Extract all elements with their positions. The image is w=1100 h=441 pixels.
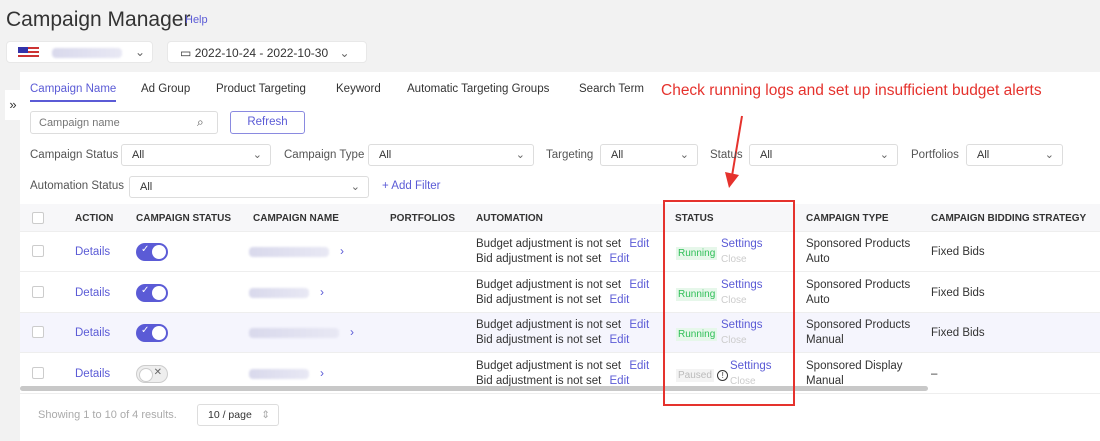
campaign-status-toggle[interactable]: ✓ [136, 243, 168, 261]
chevron-down-icon: ⌄ [515, 149, 525, 161]
chevron-right-icon[interactable]: › [320, 366, 324, 380]
column-header-portfolios[interactable]: PORTFOLIOS [390, 213, 455, 224]
campaign-type-label: Campaign Type [284, 149, 365, 161]
chevron-down-icon: ⌄ [879, 149, 889, 161]
campaign-name-search-input[interactable] [30, 111, 218, 134]
automation-status-select[interactable]: All ⌄ [129, 176, 369, 198]
tab-product-targeting[interactable]: Product Targeting [216, 83, 306, 95]
date-range-value: 2022-10-24 - 2022-10-30 [194, 46, 329, 60]
tab-campaign-name[interactable]: Campaign Name [30, 83, 117, 102]
automation-cell: Budget adjustment is not set Edit Bid adj… [476, 238, 650, 265]
campaign-type-cell: Sponsored Products Manual [806, 319, 911, 346]
check-icon: ✓ [141, 325, 150, 336]
chevron-down-icon: ⌄ [135, 45, 146, 59]
row-checkbox[interactable] [32, 366, 44, 379]
campaign-type-cell: Sponsored Products Auto [806, 238, 911, 265]
campaign-name-blurred[interactable] [249, 328, 339, 338]
refresh-button[interactable]: Refresh [230, 111, 305, 134]
targeting-label: Targeting [546, 149, 594, 161]
column-header-campaign-status[interactable]: CAMPAIGN STATUS [136, 213, 231, 224]
chevron-down-icon: ⌄ [339, 46, 350, 60]
x-icon: ✕ [153, 366, 162, 378]
date-range-picker[interactable]: ▭ 2022-10-24 - 2022-10-30 ⌄ [167, 41, 367, 63]
portfolios-select[interactable]: All ⌄ [966, 144, 1063, 166]
chevron-down-icon: ⌄ [252, 149, 262, 161]
search-icon: ⌕ [197, 115, 204, 129]
targeting-select[interactable]: All ⌄ [600, 144, 698, 166]
chevron-down-icon: ⌄ [1044, 149, 1054, 161]
campaign-status-label: Campaign Status [30, 149, 119, 161]
tab-ad-group[interactable]: Ad Group [141, 83, 190, 95]
column-header-action: ACTION [75, 213, 114, 224]
annotation-highlight-box [663, 200, 795, 406]
status-select[interactable]: All ⌄ [749, 144, 898, 166]
bidding-strategy-cell: – [931, 367, 938, 380]
campaign-name-blurred[interactable] [249, 247, 329, 257]
campaign-status-toggle[interactable]: ✓ [136, 283, 168, 302]
column-header-automation[interactable]: AUTOMATION [476, 213, 543, 224]
automation-cell: Budget adjustment is not set Edit Bid adj… [476, 278, 650, 306]
status-label: Status [710, 149, 743, 161]
row-checkbox[interactable] [32, 245, 44, 257]
details-link[interactable]: Details [75, 367, 110, 382]
marketplace-select[interactable]: ⌄ [6, 41, 153, 63]
automation-cell: Budget adjustment is not set Edit Bid adj… [476, 359, 650, 387]
results-summary: Showing 1 to 10 of 4 results. [38, 409, 177, 421]
select-all-checkbox[interactable] [32, 212, 44, 224]
page-title: Campaign Manager [6, 8, 191, 31]
help-link[interactable]: Help [185, 14, 208, 26]
portfolios-label: Portfolios [911, 149, 959, 161]
edit-bid-link[interactable]: Edit [610, 334, 630, 346]
page-size-select[interactable]: 10 / page ⇕ [197, 404, 279, 426]
automation-status-label: Automation Status [30, 180, 124, 192]
campaign-name-blurred[interactable] [249, 287, 309, 298]
campaign-status-toggle[interactable]: ✓ [136, 324, 168, 342]
campaign-name-blurred[interactable] [249, 368, 309, 379]
row-checkbox[interactable] [32, 285, 44, 298]
us-flag-icon [18, 47, 39, 59]
check-icon: ✓ [141, 244, 150, 255]
bidding-strategy-cell: Fixed Bids [931, 327, 985, 339]
tab-search-term[interactable]: Search Term [579, 83, 644, 95]
campaign-type-cell: Sponsored Display Manual [806, 359, 903, 387]
column-header-campaign-name[interactable]: CAMPAIGN NAME [253, 213, 339, 224]
automation-cell: Budget adjustment is not set Edit Bid adj… [476, 319, 650, 346]
column-header-campaign-type[interactable]: CAMPAIGN TYPE [806, 213, 889, 224]
row-checkbox[interactable] [32, 326, 44, 338]
campaign-status-select[interactable]: All ⌄ [121, 144, 271, 166]
account-name-blurred [52, 48, 122, 58]
annotation-text: Check running logs and set up insufficie… [661, 82, 1042, 99]
chevron-down-icon: ⌄ [350, 181, 360, 193]
expand-sidebar-button[interactable]: » [5, 90, 21, 120]
details-link[interactable]: Details [75, 286, 110, 301]
campaign-type-cell: Sponsored Products Auto [806, 278, 911, 306]
edit-budget-link[interactable]: Edit [629, 319, 649, 331]
tab-keyword[interactable]: Keyword [336, 83, 381, 95]
calendar-icon: ▭ [180, 46, 192, 60]
campaign-status-toggle[interactable]: ✕ [136, 364, 168, 383]
chevron-down-icon: ⌄ [679, 149, 689, 161]
tab-automatic-targeting-groups[interactable]: Automatic Targeting Groups [407, 83, 549, 95]
bidding-strategy-cell: Fixed Bids [931, 286, 985, 299]
edit-bid-link[interactable]: Edit [610, 294, 630, 306]
add-filter-button[interactable]: + Add Filter [382, 180, 441, 192]
bidding-strategy-cell: Fixed Bids [931, 246, 985, 258]
campaign-type-select[interactable]: All ⌄ [368, 144, 534, 166]
edit-budget-link[interactable]: Edit [629, 238, 649, 250]
chevron-right-icon[interactable]: › [340, 244, 344, 258]
details-link[interactable]: Details [75, 326, 110, 341]
chevron-right-icon[interactable]: › [320, 285, 324, 299]
details-link[interactable]: Details [75, 245, 110, 260]
edit-budget-link[interactable]: Edit [629, 279, 649, 291]
edit-budget-link[interactable]: Edit [629, 360, 649, 372]
check-icon: ✓ [141, 284, 150, 296]
edit-bid-link[interactable]: Edit [610, 375, 630, 387]
edit-bid-link[interactable]: Edit [610, 253, 630, 265]
column-header-bidding-strategy[interactable]: CAMPAIGN BIDDING STRATEGY [931, 213, 1086, 224]
chevron-right-icon[interactable]: › [350, 325, 354, 339]
